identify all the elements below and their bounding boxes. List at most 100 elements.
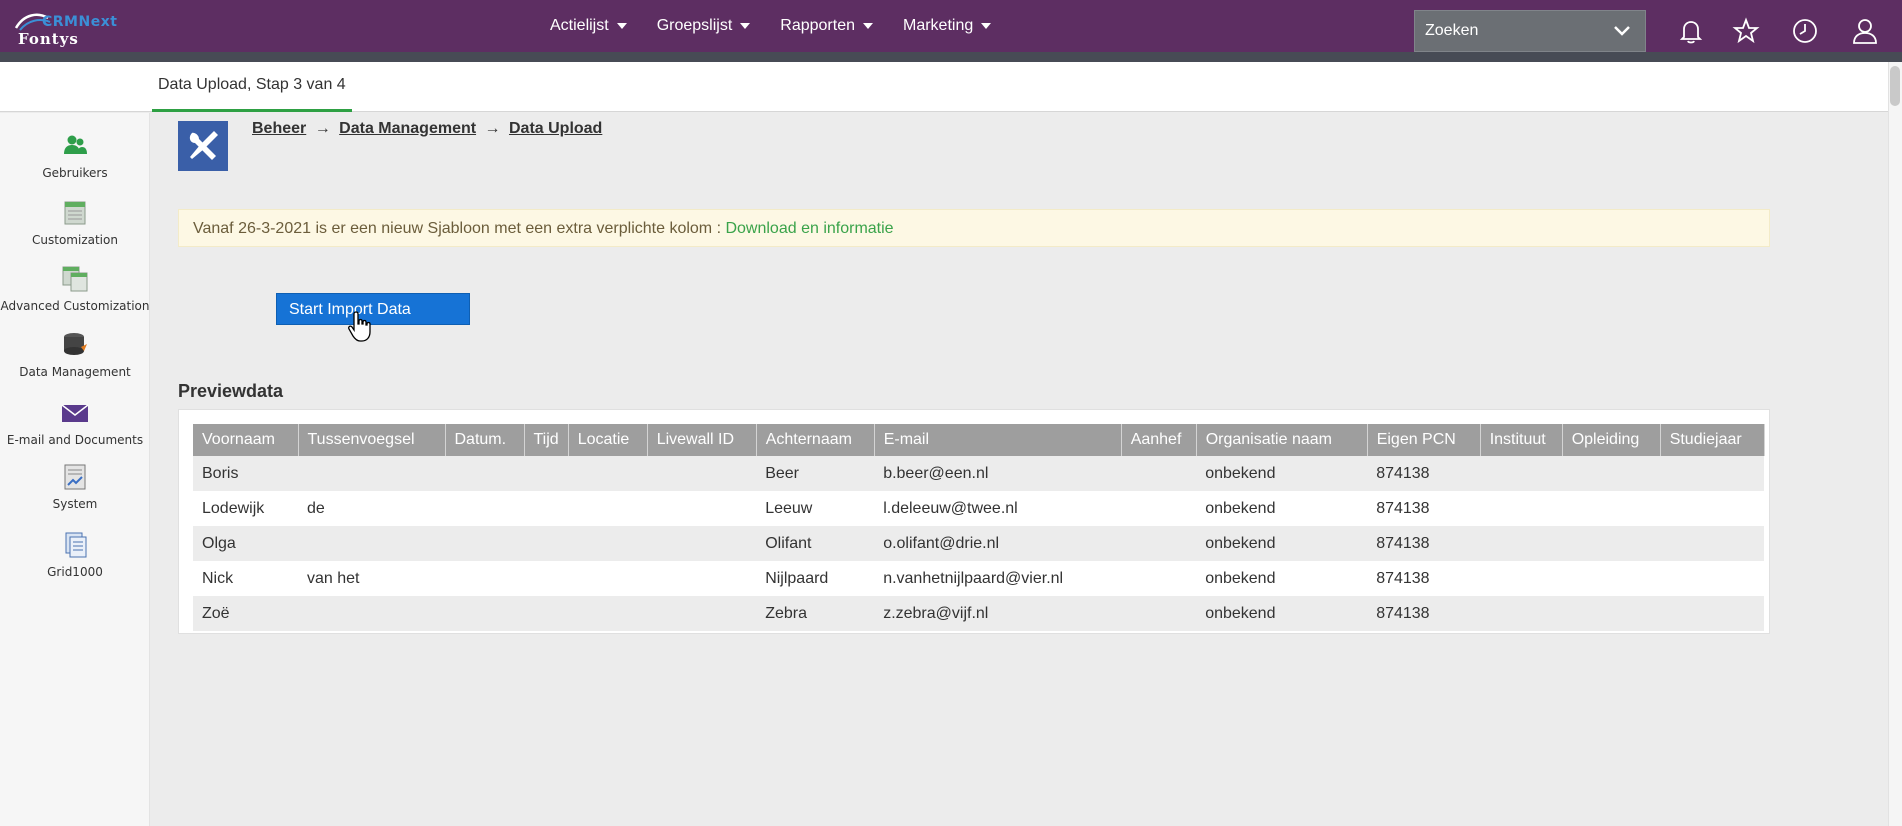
breadcrumb-data-upload[interactable]: Data Upload [509, 120, 602, 137]
table-cell: van het [298, 561, 445, 596]
column-header[interactable]: Voornaam [193, 424, 299, 456]
table-cell: Zebra [756, 596, 875, 631]
table-cell [1480, 491, 1563, 526]
table-cell: Leeuw [756, 491, 875, 526]
table-cell [1121, 596, 1197, 631]
table-row: Nick van het Nijlpaard n.vanhetnijlpaard… [193, 561, 1765, 596]
table-cell [1562, 526, 1661, 561]
sidebar-item-system[interactable]: System [0, 463, 150, 511]
breadcrumb: Beheer → Data Management → Data Upload [252, 120, 602, 138]
table-cell [647, 491, 757, 526]
bell-icon[interactable] [1676, 16, 1706, 46]
menu-marketing[interactable]: Marketing [903, 17, 992, 35]
table-cell [445, 526, 524, 561]
table-cell [568, 561, 648, 596]
table-cell: Nijlpaard [756, 561, 875, 596]
sidebar-item-data-management[interactable]: Data Management [0, 331, 150, 379]
clock-icon[interactable] [1790, 16, 1820, 46]
table-cell [298, 456, 445, 491]
column-header[interactable]: Eigen PCN [1367, 424, 1481, 456]
table-cell [1480, 561, 1563, 596]
table-cell [298, 526, 445, 561]
table-cell: onbekend [1196, 491, 1368, 526]
column-header[interactable]: Tussenvoegsel [298, 424, 446, 456]
column-header[interactable]: Locatie [568, 424, 648, 456]
table-cell [1660, 456, 1765, 491]
column-header[interactable]: Aanhef [1121, 424, 1197, 456]
table-cell [1660, 561, 1765, 596]
menu-rapporten[interactable]: Rapporten [780, 17, 873, 35]
table-cell [1562, 596, 1661, 631]
table-row: Lodewijk de Leeuw l.deleeuw@twee.nl onbe… [193, 491, 1765, 526]
breadcrumb-separator: → [484, 120, 501, 137]
sidebar-item-gebruikers[interactable]: Gebruikers [0, 132, 150, 180]
table-cell: onbekend [1196, 526, 1368, 561]
notice-download-link[interactable]: Download en informatie [725, 220, 893, 237]
caret-down-icon [981, 23, 992, 29]
preview-title: Previewdata [178, 381, 284, 401]
app-logo[interactable]: CRMNext Fontys [14, 12, 134, 52]
column-header[interactable]: Studiejaar [1660, 424, 1765, 456]
table-cell [445, 561, 524, 596]
column-header[interactable]: Livewall ID [647, 424, 757, 456]
column-header[interactable]: Opleiding [1562, 424, 1661, 456]
tools-icon [178, 121, 228, 171]
breadcrumb-beheer[interactable]: Beheer [252, 120, 306, 137]
users-icon [64, 135, 87, 154]
table-cell [524, 491, 569, 526]
logo-text-top: CRMNext [42, 14, 118, 30]
sidebar-item-advanced-customization[interactable]: Advanced Customization [0, 265, 150, 313]
table-cell: 874138 [1367, 456, 1481, 491]
table-cell [524, 526, 569, 561]
menu-actielijst-label: Actielijst [550, 17, 609, 34]
breadcrumb-data-management[interactable]: Data Management [339, 120, 476, 137]
table-cell: Olifant [756, 526, 875, 561]
sidebar-item-label: Gebruikers [42, 166, 108, 180]
column-header[interactable]: Achternaam [756, 424, 875, 456]
sidebar-item-label: Grid1000 [47, 565, 103, 579]
vertical-scrollbar[interactable] [1888, 62, 1902, 826]
sidebar-item-label: Customization [32, 233, 118, 247]
preview-table-container: Voornaam Tussenvoegsel Datum. Tijd Locat… [178, 409, 1770, 634]
table-cell [1480, 596, 1563, 631]
advanced-customization-icon [62, 266, 88, 292]
table-cell [1660, 526, 1765, 561]
table-cell: n.vanhetnijlpaard@vier.nl [874, 561, 1122, 596]
caret-down-icon [862, 23, 873, 29]
table-cell: Olga [193, 526, 298, 561]
table-cell [1121, 491, 1197, 526]
scrollbar-thumb[interactable] [1890, 66, 1900, 106]
table-cell [1562, 491, 1661, 526]
user-icon[interactable] [1850, 16, 1880, 46]
column-header[interactable]: Datum. [445, 424, 525, 456]
caret-down-icon [616, 23, 627, 29]
star-icon[interactable] [1731, 16, 1761, 46]
table-cell: l.deleeuw@twee.nl [874, 491, 1122, 526]
menu-groepslijst[interactable]: Groepslijst [657, 17, 751, 35]
search-box[interactable] [1414, 10, 1646, 52]
sidebar-item-customization[interactable]: Customization [0, 199, 150, 247]
table-cell [568, 491, 648, 526]
table-cell [524, 596, 569, 631]
table-cell [445, 456, 524, 491]
table-cell [524, 456, 569, 491]
table-cell [1121, 456, 1197, 491]
column-header[interactable]: Instituut [1480, 424, 1563, 456]
table-header-row: Voornaam Tussenvoegsel Datum. Tijd Locat… [193, 424, 1765, 456]
menu-rapporten-label: Rapporten [780, 17, 855, 34]
sidebar-item-grid1000[interactable]: Grid1000 [0, 531, 150, 579]
tab-data-upload-step[interactable]: Data Upload, Stap 3 van 4 [152, 76, 352, 112]
column-header[interactable]: Organisatie naam [1196, 424, 1368, 456]
chevron-down-icon[interactable] [1613, 23, 1631, 39]
search-input[interactable] [1425, 22, 1605, 40]
sidebar-item-email-documents[interactable]: E-mail and Documents [0, 399, 150, 447]
customization-icon [64, 201, 86, 225]
breadcrumb-separator: → [314, 120, 331, 137]
table-row: Boris Beer b.beer@een.nl onbekend 874138 [193, 456, 1765, 491]
notice-text: Vanaf 26-3-2021 is er een nieuw Sjabloon… [193, 220, 722, 237]
table-cell: onbekend [1196, 596, 1368, 631]
grid-icon [65, 532, 87, 558]
column-header[interactable]: Tijd [524, 424, 569, 456]
menu-actielijst[interactable]: Actielijst [550, 17, 627, 35]
column-header[interactable]: E-mail [874, 424, 1122, 456]
